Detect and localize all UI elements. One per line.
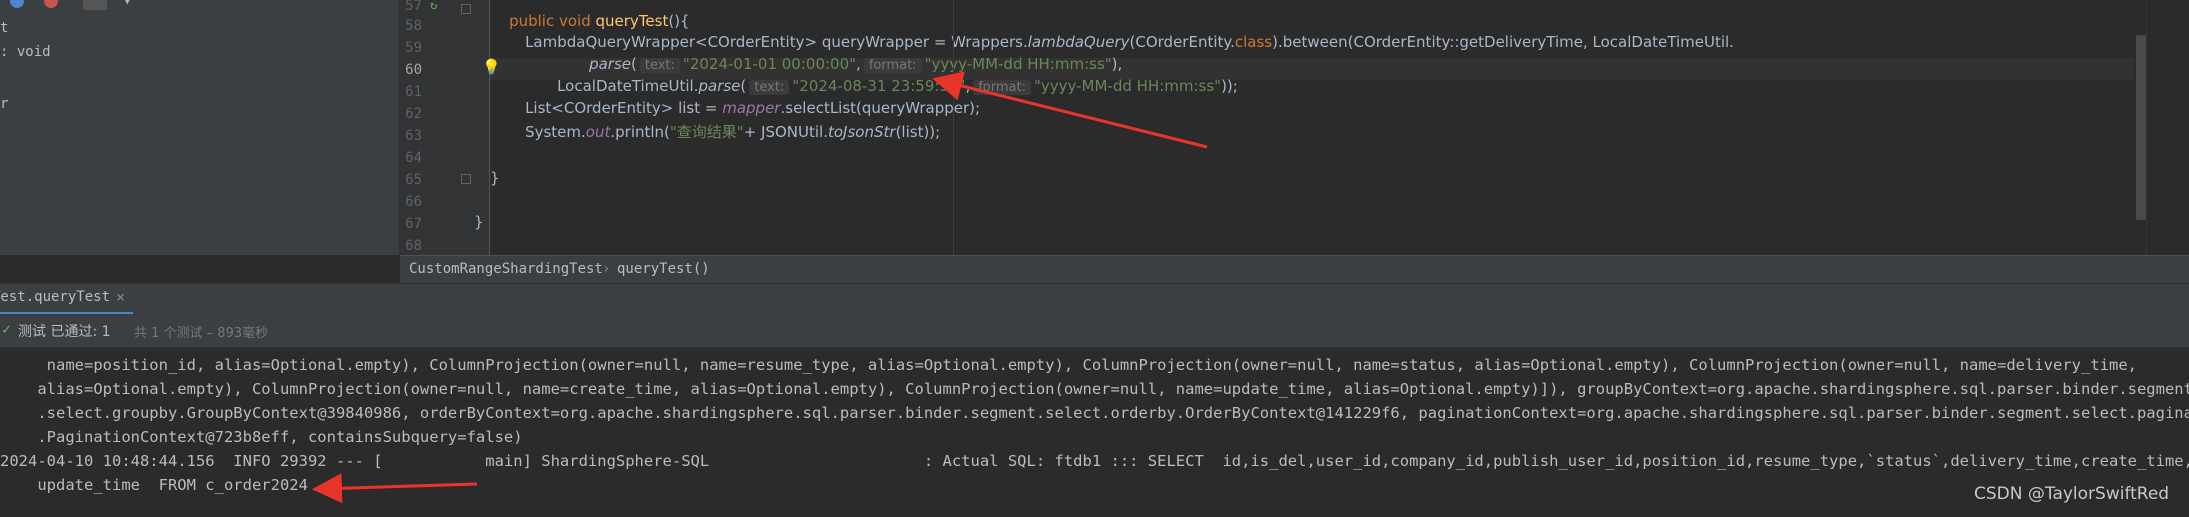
line-number: 65 [405, 172, 422, 188]
line-number: 58 [405, 18, 422, 34]
check-icon: ✓ [2, 320, 12, 338]
code-token: System. [525, 123, 586, 141]
console-line: .select.groupby.GroupByContext@39840986,… [0, 404, 2189, 422]
code-token: .println( [610, 123, 670, 141]
run-tool-window-tabs: Test.queryTest × [0, 283, 2189, 315]
line-number: 60 [405, 62, 422, 78]
run-test-icon[interactable]: ↻ [430, 0, 437, 12]
code-token: ).between(COrderEntity::getDeliveryTime,… [1272, 33, 1734, 51]
test-result-detail: 共 1 个测试 – 893毫秒 [134, 326, 269, 341]
code-token: "yyyy-MM-dd HH:mm:ss" [1033, 77, 1222, 95]
console-line: name=position_id, alias=Optional.empty),… [0, 356, 2137, 374]
console-line: update_time FROM c_order2024 [0, 476, 308, 494]
code-token: + JSONUtil. [743, 123, 828, 141]
code-line-65: } [490, 169, 500, 187]
console-line: alias=Optional.empty), ColumnProjection(… [0, 380, 2189, 398]
line-number: 59 [405, 40, 422, 56]
line-number: 68 [405, 238, 422, 254]
line-number: 57 [405, 0, 422, 14]
run-tab[interactable]: Test.queryTest × [0, 284, 133, 315]
test-result-text: 测试 已通过: 1 [18, 324, 111, 340]
code-token: class [1234, 33, 1273, 51]
breadcrumb-separator: › [602, 261, 611, 277]
console-output[interactable]: name=position_id, alias=Optional.empty),… [0, 348, 2189, 517]
run-tab-label: Test.queryTest [0, 289, 111, 305]
line-number: 62 [405, 106, 422, 122]
breadcrumb-method[interactable]: queryTest() [617, 261, 710, 277]
code-token: toJsonStr [828, 123, 896, 141]
parameter-hint: format: [973, 80, 1031, 95]
console-line: .PaginationContext@723b8eff, containsSub… [0, 428, 523, 446]
console-line: 2024-04-10 10:48:44.156 INFO 29392 --- [… [0, 452, 2189, 470]
line-number: 63 [405, 128, 422, 144]
editor-scrollbar[interactable] [2136, 35, 2146, 220]
breadcrumb-class[interactable]: CustomRangeShardingTest [409, 261, 603, 277]
breadcrumb: CustomRangeShardingTest › queryTest() [400, 255, 2189, 283]
editor-divider [953, 0, 954, 255]
ide-top-region: ▼ t : void r 57 58 59 60 61 62 63 64 65 … [0, 0, 2189, 283]
code-token: )); [1221, 77, 1238, 95]
watermark: CSDN @TaylorSwiftRed [1974, 484, 2170, 504]
editor-right-strip [2146, 0, 2189, 255]
test-status-bar: ✓ 测试 已通过: 1 共 1 个测试 – 893毫秒 [0, 314, 2189, 348]
fold-icon[interactable] [461, 174, 471, 184]
code-line-62: System.out.println("查询结果"+ JSONUtil.toJs… [506, 103, 940, 160]
close-icon[interactable]: × [116, 288, 125, 306]
line-number: 64 [405, 150, 422, 166]
code-line-67: } [474, 213, 484, 231]
line-number: 61 [405, 84, 422, 100]
code-token: "查询结果" [669, 123, 744, 141]
lightbulb-icon[interactable]: 💡 [482, 58, 501, 76]
line-number: 67 [405, 216, 422, 232]
code-token: out [585, 123, 611, 141]
line-number: 66 [405, 194, 422, 210]
code-token: (list)); [895, 123, 941, 141]
fold-icon[interactable] [461, 4, 471, 14]
code-token: (COrderEntity. [1129, 33, 1235, 51]
